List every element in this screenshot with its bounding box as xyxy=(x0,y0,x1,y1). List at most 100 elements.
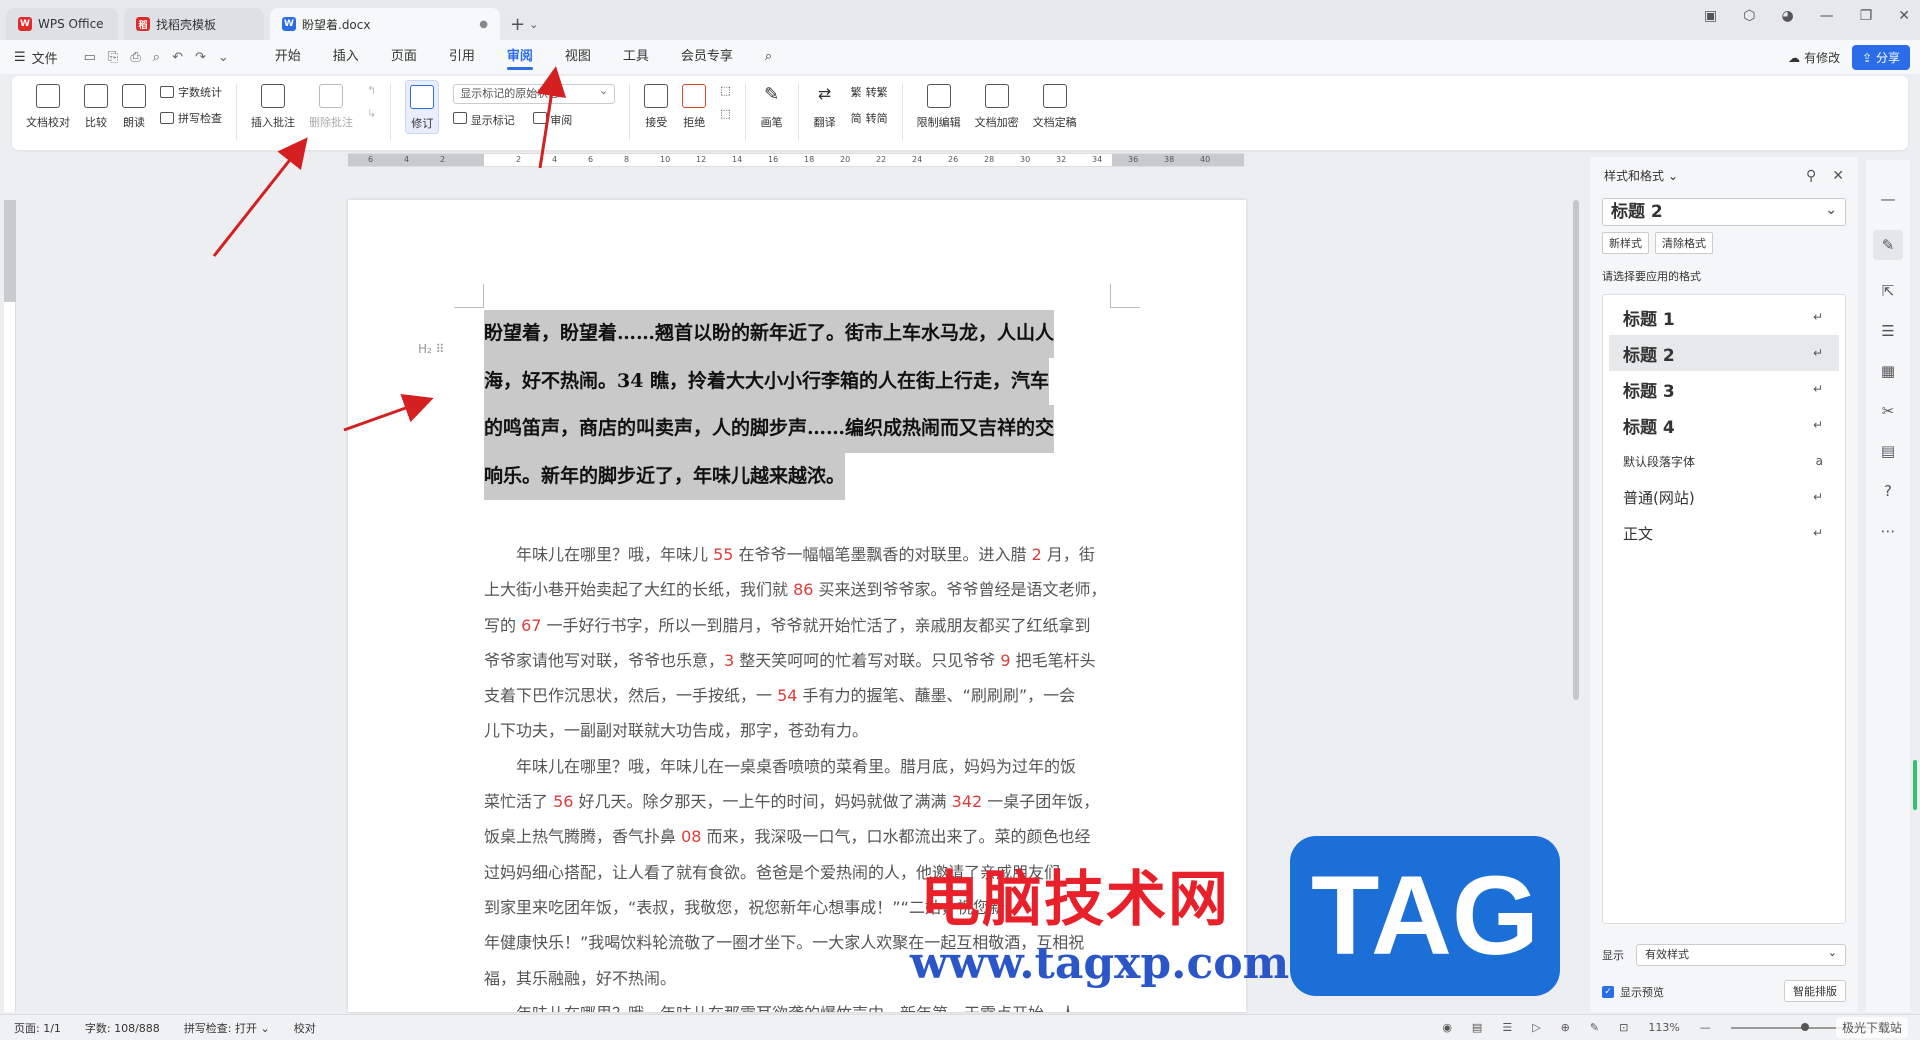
collapse-icon[interactable]: — xyxy=(1881,190,1896,208)
clear-format-button[interactable]: 清除格式 xyxy=(1655,232,1713,254)
word-count-button[interactable]: 字数统计 xyxy=(160,84,222,100)
spell-status[interactable]: 拼写检查: 打开 ⌄ xyxy=(184,1020,270,1036)
more-icon[interactable]: ⌄ xyxy=(218,50,229,65)
zoom-level[interactable]: 113% xyxy=(1648,1021,1679,1034)
heading-level-marker[interactable]: H₂ ⠿ xyxy=(418,342,444,356)
select-tool-icon[interactable]: ⇱ xyxy=(1882,282,1895,300)
layout-icon[interactable]: ▣ xyxy=(1704,8,1717,24)
next-revision-icon[interactable]: ⬚ xyxy=(720,107,730,120)
to-simplified-button[interactable]: 简转简 xyxy=(851,110,888,126)
encrypt-button[interactable]: 文档加密 xyxy=(975,84,1019,130)
fit-icon[interactable]: ⊡ xyxy=(1619,1021,1628,1034)
tab-template[interactable]: 稻 找稻壳模板 xyxy=(124,8,264,40)
play-icon[interactable]: ▷ xyxy=(1532,1021,1540,1034)
help-icon[interactable]: ? xyxy=(1884,482,1892,500)
review-pane-button[interactable]: 审阅 xyxy=(532,112,572,128)
proofread-status[interactable]: 校对 xyxy=(294,1020,316,1036)
horizontal-ruler[interactable]: 6 4 2 2 4 6 8 10 12 14 16 18 20 22 24 26 28 30 32 34 36 38 40 xyxy=(348,153,1244,167)
insert-comment-button[interactable]: 插入批注 xyxy=(251,84,295,130)
new-style-button[interactable]: 新样式 xyxy=(1602,232,1649,254)
style-item[interactable]: 普通(网站) ↵ xyxy=(1609,479,1839,515)
reject-button[interactable]: 拒绝 xyxy=(682,84,707,130)
book-icon[interactable]: ▤ xyxy=(1881,442,1895,460)
prev-comment-icon[interactable]: ↰ xyxy=(367,84,376,97)
tab-member[interactable]: 会员专享 xyxy=(665,40,749,74)
style-item[interactable]: 标题 3 ↵ xyxy=(1609,371,1839,407)
tab-close-icon[interactable]: ● xyxy=(479,19,488,30)
tab-document[interactable]: W 盼望着.docx ● xyxy=(270,8,500,40)
undo-icon[interactable]: ↶ xyxy=(172,50,183,65)
redo-icon[interactable]: ↷ xyxy=(195,50,206,65)
pin-icon[interactable]: ⚲ xyxy=(1806,168,1816,184)
print-icon[interactable]: ⎙ xyxy=(130,50,140,65)
prev-revision-icon[interactable]: ⬚ xyxy=(720,84,730,97)
minimize-icon[interactable]: — xyxy=(1820,8,1834,24)
pane-title[interactable]: 样式和格式 xyxy=(1604,167,1664,184)
selected-heading[interactable]: 盼望着，盼望着……翘首以盼的新年近了。街市上车水马龙，人山人 海，好不热闹。34… xyxy=(484,310,1110,500)
image-tool-icon[interactable]: ▦ xyxy=(1881,362,1895,380)
page-count[interactable]: 页面: 1/1 xyxy=(14,1020,61,1036)
tab-start[interactable]: 开始 xyxy=(259,40,317,74)
style-item[interactable]: 标题 1 ↵ xyxy=(1609,299,1839,335)
delete-comment-button[interactable]: 删除批注 xyxy=(309,84,353,130)
tab-page[interactable]: 页面 xyxy=(375,40,433,74)
pen-button[interactable]: ✎ 画笔 xyxy=(759,84,784,130)
settings-sliders-icon[interactable]: ☰ xyxy=(1881,322,1894,340)
read-aloud-button[interactable]: 朗读 xyxy=(122,84,146,130)
save-icon[interactable]: ▭ xyxy=(84,50,96,65)
tab-reference[interactable]: 引用 xyxy=(433,40,491,74)
compare-button[interactable]: 比较 xyxy=(84,84,108,130)
cube-icon[interactable]: ⬡ xyxy=(1743,8,1755,24)
web-view-icon[interactable]: ⊕ xyxy=(1561,1021,1570,1034)
word-count[interactable]: 字数: 108/888 xyxy=(85,1020,160,1036)
tab-view[interactable]: 视图 xyxy=(549,40,607,74)
smart-layout-button[interactable]: 智能排版 xyxy=(1784,980,1846,1002)
show-filter-select[interactable]: 有效样式 ⌄ xyxy=(1636,944,1846,966)
accept-button[interactable]: 接受 xyxy=(644,84,669,130)
tab-wps-office[interactable]: W WPS Office xyxy=(6,8,118,40)
search-icon[interactable]: ⌕ xyxy=(749,40,788,74)
translate-button[interactable]: ⇄ 翻译 xyxy=(812,84,837,130)
file-menu[interactable]: ☰ 文件 xyxy=(14,48,58,67)
modify-status[interactable]: ☁ 有修改 xyxy=(1788,49,1840,66)
styles-tool-icon[interactable]: ✎ xyxy=(1873,230,1903,260)
restore-icon[interactable]: ❐ xyxy=(1860,8,1873,24)
avatar[interactable]: ◕ xyxy=(1781,8,1793,24)
tab-review[interactable]: 审阅 xyxy=(491,40,549,74)
finalize-button[interactable]: 文档定稿 xyxy=(1033,84,1077,130)
pen-view-icon[interactable]: ✎ xyxy=(1590,1021,1599,1034)
restrict-edit-button[interactable]: 限制编辑 xyxy=(917,84,961,130)
style-item[interactable]: 正文 ↵ xyxy=(1609,515,1839,551)
revise-button[interactable]: 修订 xyxy=(405,80,440,134)
spell-check-button[interactable]: 拼写检查 xyxy=(160,110,222,126)
style-item-label: 标题 2 xyxy=(1623,345,1675,366)
tab-insert[interactable]: 插入 xyxy=(317,40,375,74)
zoom-out-icon[interactable]: — xyxy=(1700,1021,1711,1034)
close-window-icon[interactable]: ✕ xyxy=(1898,8,1910,24)
preview-row[interactable]: ✓ 显示预览 xyxy=(1602,984,1664,1000)
share-button[interactable]: ⇪ 分享 xyxy=(1852,45,1910,70)
tab-tools[interactable]: 工具 xyxy=(607,40,665,74)
vertical-ruler[interactable] xyxy=(4,200,16,1012)
print-preview-icon[interactable]: ⌕ xyxy=(153,50,160,65)
outline-icon[interactable]: ☰ xyxy=(1502,1021,1512,1034)
scrollbar-thumb[interactable] xyxy=(1573,200,1579,700)
show-markup-button[interactable]: 显示标记 xyxy=(453,112,515,128)
style-item[interactable]: 默认段落字体 a xyxy=(1609,443,1839,479)
style-item[interactable]: 标题 4 ↵ xyxy=(1609,407,1839,443)
close-pane-icon[interactable]: ✕ xyxy=(1832,168,1844,184)
style-item[interactable]: 标题 2 ↵ xyxy=(1609,335,1839,371)
more-dots-icon[interactable]: ⋯ xyxy=(1881,522,1896,540)
page-view-icon[interactable]: ▤ xyxy=(1472,1021,1482,1034)
doc-check-button[interactable]: 文档校对 xyxy=(26,84,70,130)
to-traditional-button[interactable]: 繁转繁 xyxy=(851,84,888,100)
preview-checkbox[interactable]: ✓ xyxy=(1602,986,1614,998)
vertical-scrollbar[interactable] xyxy=(1573,170,1581,1010)
eye-icon[interactable]: ◉ xyxy=(1442,1021,1452,1034)
tools-icon[interactable]: ✂ xyxy=(1882,402,1895,420)
display-state-select[interactable]: 显示标记的原始状态 xyxy=(453,82,616,104)
new-tab-button[interactable]: + ⌄ xyxy=(510,8,538,40)
export-icon[interactable]: ⎘ xyxy=(108,50,118,65)
current-style-select[interactable]: 标题 2 xyxy=(1602,197,1846,226)
next-comment-icon[interactable]: ↳ xyxy=(367,107,376,120)
